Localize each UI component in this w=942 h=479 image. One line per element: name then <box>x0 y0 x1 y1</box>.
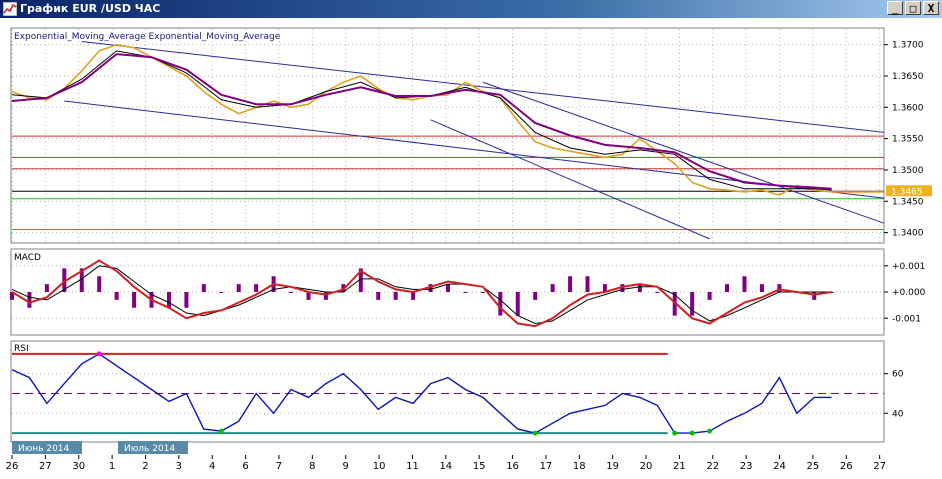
rsi-overbought-mark <box>96 351 102 357</box>
macd-tick-label: +0.000 <box>892 288 926 298</box>
x-tick-label: 22 <box>706 461 719 472</box>
title-bar[interactable]: График EUR /USD ЧАС _ □ X <box>0 0 942 18</box>
macd-histogram-bar <box>707 292 712 300</box>
x-tick-label: 2 <box>142 461 148 472</box>
macd-histogram-bar <box>585 276 590 292</box>
rsi-oversold-mark <box>707 428 713 434</box>
price-tick-label: 1.3650 <box>892 72 924 82</box>
rsi-panel: RSI 60 40 Июнь 2014 Июль 2014 <box>10 340 904 454</box>
x-tick-label: 23 <box>740 461 753 472</box>
macd-histogram-bar <box>759 284 764 292</box>
macd-histogram-bar <box>655 292 660 293</box>
x-tick-label: 21 <box>673 461 686 472</box>
macd-histogram-bar <box>498 292 503 316</box>
x-tick-label: 9 <box>343 461 349 472</box>
price-tick-label: 1.3450 <box>892 197 924 207</box>
x-tick-label: 24 <box>773 461 786 472</box>
macd-histogram-bar <box>376 292 381 300</box>
x-tick-label: 1 <box>109 461 115 472</box>
month-tag-label: Июль 2014 <box>124 444 175 454</box>
x-tick-label: 25 <box>807 461 820 472</box>
rsi-legend: RSI <box>14 344 29 354</box>
macd-histogram-bar <box>289 292 294 293</box>
price-tick-label: 1.3600 <box>892 103 924 113</box>
macd-histogram-bar <box>725 284 730 292</box>
rsi-oversold-mark <box>672 430 678 436</box>
macd-histogram-bar <box>132 292 137 308</box>
x-tick-label: 11 <box>406 461 419 472</box>
macd-histogram-bar <box>393 292 398 300</box>
macd-histogram-bar <box>236 284 241 292</box>
x-tick-label: 7 <box>276 461 282 472</box>
macd-histogram-bar <box>97 276 102 292</box>
close-button[interactable]: X <box>923 1 939 15</box>
month-tag-label: Июнь 2014 <box>18 444 70 454</box>
x-tick-label: 8 <box>309 461 315 472</box>
macd-histogram-bar <box>201 284 206 292</box>
macd-panel: MACD +0.001 +0.000 -0.001 <box>10 248 926 336</box>
chart-app-icon <box>3 2 17 16</box>
macd-histogram-bar <box>114 292 119 300</box>
price-tick-label: 1.3550 <box>892 135 924 145</box>
x-tick-label: 6 <box>242 461 248 472</box>
macd-tick-label: -0.001 <box>892 314 921 324</box>
x-tick-label: 15 <box>473 461 486 472</box>
macd-legend: MACD <box>14 253 41 263</box>
x-tick-label: 20 <box>640 461 653 472</box>
rsi-oversold-mark <box>218 428 224 434</box>
x-tick-label: 19 <box>606 461 619 472</box>
macd-histogram-bar <box>219 292 224 293</box>
macd-histogram-bar <box>568 276 573 292</box>
x-tick-label: 27 <box>873 461 886 472</box>
current-price-label: 1.3465 <box>891 187 923 197</box>
macd-histogram-bar <box>742 276 747 292</box>
x-tick-label: 26 <box>840 461 853 472</box>
x-tick-label: 27 <box>39 461 52 472</box>
x-tick-label: 3 <box>176 461 182 472</box>
macd-histogram-bar <box>550 284 555 292</box>
macd-histogram-bar <box>446 284 450 292</box>
macd-histogram-bar <box>44 284 49 292</box>
rsi-tick-label: 40 <box>892 409 904 419</box>
macd-histogram-bar <box>812 292 817 300</box>
minimize-button[interactable]: _ <box>887 1 903 15</box>
price-tick-label: 1.3500 <box>892 166 924 176</box>
macd-histogram-bar <box>515 292 520 316</box>
macd-histogram-bar <box>411 292 416 300</box>
x-tick-label: 30 <box>72 461 85 472</box>
macd-histogram-bar <box>463 292 468 293</box>
macd-histogram-bar <box>254 284 259 292</box>
price-legend: Exponential_Moving_Average Exponential_M… <box>14 32 281 42</box>
rsi-oversold-mark <box>689 430 695 436</box>
rsi-tick-label: 60 <box>892 370 904 380</box>
macd-histogram-bar <box>27 292 32 308</box>
x-tick-label: 17 <box>540 461 553 472</box>
chart-window: График EUR /USD ЧАС _ □ X Exponential_Mo… <box>0 0 942 479</box>
macd-histogram-bar <box>480 292 485 293</box>
x-tick-label: 18 <box>573 461 586 472</box>
macd-histogram-bar <box>533 292 538 300</box>
macd-histogram-bar <box>184 292 189 308</box>
rsi-oversold-mark <box>532 430 538 436</box>
window-title: График EUR /USD ЧАС <box>20 2 161 15</box>
x-tick-label: 14 <box>439 461 452 472</box>
price-tick-label: 1.3400 <box>892 229 924 239</box>
macd-tick-label: +0.001 <box>892 262 925 272</box>
macd-histogram-bar <box>690 292 695 316</box>
x-tick-label: 4 <box>209 461 215 472</box>
restore-button[interactable]: □ <box>905 1 921 15</box>
price-tick-label: 1.3700 <box>892 41 924 51</box>
x-tick-label: 10 <box>373 461 386 472</box>
forex-chart[interactable]: Exponential_Moving_Average Exponential_M… <box>0 18 942 479</box>
macd-histogram-bar <box>166 292 171 308</box>
x-tick-label: 16 <box>506 461 519 472</box>
x-tick-label: 26 <box>6 461 19 472</box>
